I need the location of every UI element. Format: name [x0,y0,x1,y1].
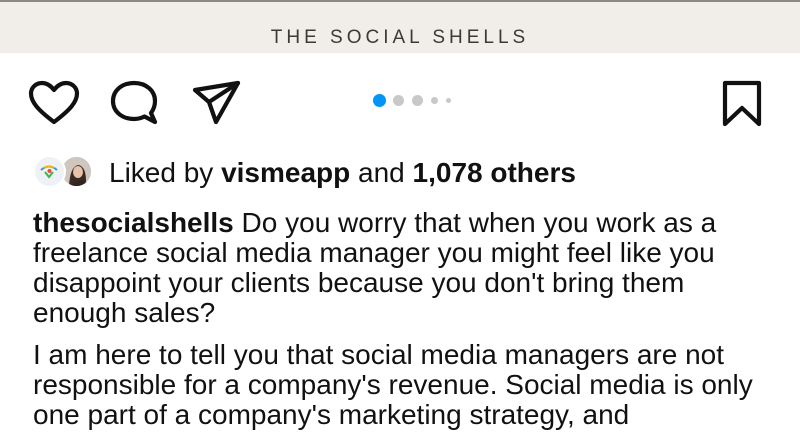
post-image[interactable]: THE SOCIAL SHELLS [0,0,800,53]
carousel-dot [412,95,423,106]
save-button[interactable] [720,80,764,128]
post-image-brand-text: THE SOCIAL SHELLS [270,27,530,48]
visme-logo-icon [36,158,63,185]
avatar[interactable] [33,155,66,188]
user-photo-icon [62,157,91,186]
carousel-dot [446,98,451,103]
post-action-bar [0,60,800,140]
likes-text: Liked by vismeapp and 1,078 others [109,157,576,189]
likes-count[interactable]: 1,078 others [413,157,576,188]
likes-summary[interactable]: Liked by vismeapp and 1,078 others [33,152,793,192]
share-button[interactable] [192,80,242,126]
caption-username[interactable]: thesocialshells [33,207,234,238]
like-button[interactable] [28,80,80,126]
paper-plane-icon [192,80,241,125]
caption-paragraph: I am here to tell you that social media … [33,339,753,430]
liker-username[interactable]: vismeapp [221,157,350,188]
likes-prefix: Liked by [109,157,222,188]
carousel-dot [393,95,404,106]
comment-icon [110,80,158,125]
caption-paragraph: thesocialshells Do you worry that when y… [33,208,783,328]
carousel-dot [373,94,386,107]
heart-icon [28,80,80,125]
post-caption: thesocialshells Do you worry that when y… [33,208,783,442]
carousel-dot [431,97,438,104]
bookmark-icon [722,80,762,127]
comment-button[interactable] [110,80,158,126]
likes-middle: and [350,157,413,188]
